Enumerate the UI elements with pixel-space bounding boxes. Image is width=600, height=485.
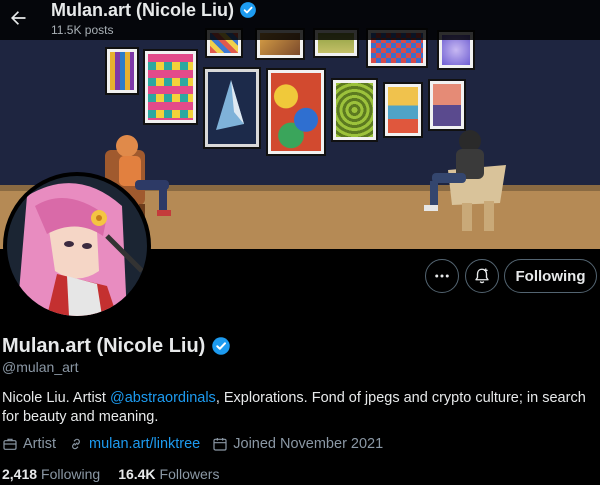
profile-meta: Artist mulan.art/linktree Joined Novembe… — [2, 436, 395, 452]
profile-bio: Nicole Liu. Artist @abstraordinals, Expl… — [2, 389, 592, 427]
joined-date: Joined November 2021 — [233, 436, 384, 452]
banner-artwork — [143, 49, 198, 125]
following-count: 2,418 — [2, 466, 38, 482]
followers-stat-link[interactable]: 16.4K Followers — [118, 466, 219, 482]
header-title: Mulan.art (Nicole Liu) — [51, 0, 257, 21]
banner-artwork — [105, 47, 139, 95]
avatar-illustration — [7, 176, 147, 316]
profile-header-bar: Mulan.art (Nicole Liu) 11.5K posts — [0, 0, 600, 40]
meta-joined: Joined November 2021 — [212, 436, 383, 452]
arrow-left-icon — [11, 11, 26, 25]
bell-plus-icon — [475, 268, 489, 284]
link-icon — [72, 438, 80, 450]
notifications-button[interactable] — [465, 259, 499, 293]
banner-artwork — [203, 67, 261, 149]
followers-count: 16.4K — [118, 466, 156, 482]
following-stat-link[interactable]: 2,418 Following — [2, 466, 100, 482]
verified-badge-icon — [240, 2, 256, 18]
banner-artwork — [428, 79, 466, 131]
briefcase-icon — [3, 438, 17, 450]
bio-text: Nicole Liu. Artist — [2, 390, 110, 406]
profile-name-row: Mulan.art (Nicole Liu) — [2, 334, 231, 358]
profile-handle: @mulan_art — [2, 359, 79, 375]
bio-mention-link[interactable]: @abstraordinals — [110, 390, 216, 406]
verified-badge-icon[interactable] — [211, 336, 231, 356]
meta-category: Artist — [2, 436, 56, 452]
meta-link: mulan.art/linktree — [68, 436, 200, 452]
banner-artwork — [383, 82, 423, 138]
more-button[interactable] — [425, 259, 459, 293]
website-link[interactable]: mulan.art/linktree — [89, 436, 200, 452]
back-button[interactable] — [4, 6, 32, 30]
following-stat-label: Following — [41, 466, 101, 482]
category-label: Artist — [23, 436, 57, 452]
display-name: Mulan.art (Nicole Liu) — [2, 335, 206, 357]
calendar-icon — [213, 438, 227, 451]
header-posts-count: 11.5K posts — [51, 23, 114, 37]
banner-artwork — [266, 68, 326, 156]
header-name: Mulan.art (Nicole Liu) — [51, 0, 235, 20]
avatar[interactable] — [3, 172, 151, 320]
seated-figure-right — [424, 130, 506, 231]
profile-stats: 2,418 Following 16.4K Followers — [2, 466, 237, 482]
followers-stat-label: Followers — [159, 466, 220, 482]
following-button[interactable]: Following — [504, 259, 597, 293]
banner-artwork — [331, 78, 378, 142]
more-horizontal-icon — [435, 274, 449, 278]
